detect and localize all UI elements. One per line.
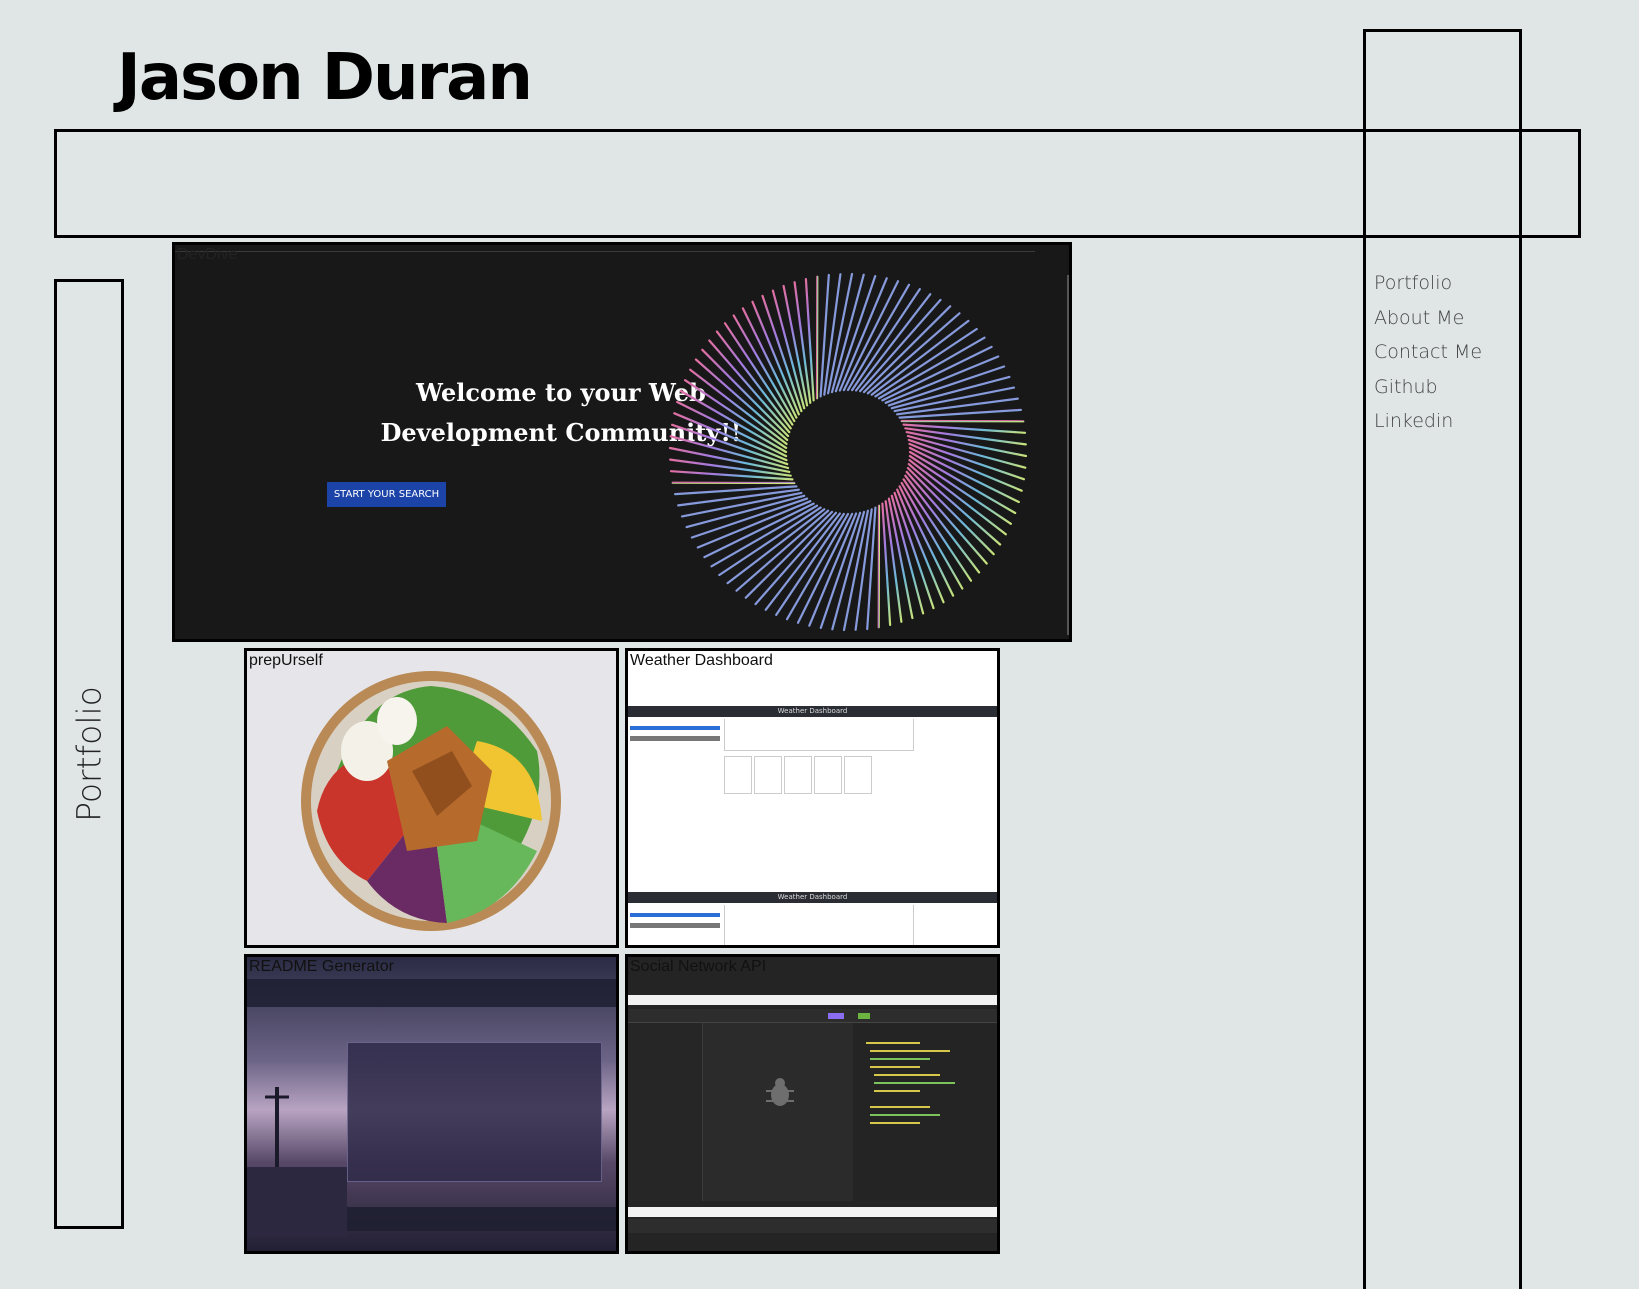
preview-header-bar: Weather Dashboard [628,706,997,717]
ray-line [746,512,832,598]
preview-current-weather [724,719,914,751]
preview-forecast-card [844,756,872,794]
preview-search-bar [630,726,720,730]
bug-icon [762,1075,798,1111]
preview-forecast-card [724,756,752,794]
scrollbar [1067,275,1069,635]
nav-item-github[interactable]: Github [1374,370,1482,405]
preview-header-bar: Weather Dashboard [628,892,997,903]
terminal-window [347,1042,602,1182]
app-titlebar [628,995,997,1005]
nav-item-portfolio[interactable]: Portfolio [1374,266,1482,301]
site-title: Jason Duran [117,38,531,118]
ray-line [864,306,950,392]
ray-line [702,350,788,436]
nav-menu: Portfolio About Me Contact Me Github Lin… [1374,266,1482,439]
project-card-prepurself[interactable]: prepUrself [244,648,619,948]
preview-history-bar [630,736,720,741]
radial-lines-graphic [659,263,1039,642]
app-toolbar [628,1009,997,1023]
project-card-devdive[interactable]: DevDive Welcome to your Web Development … [172,242,1072,642]
ray-line [868,313,960,393]
preview-history-bar [630,923,720,928]
app-toolbar [628,1219,997,1233]
preview-forecast-card [784,756,812,794]
nav-item-contact-me[interactable]: Contact Me [1374,335,1482,370]
project-title: Social Network API [630,958,766,976]
project-title: README Generator [249,958,394,976]
preview-forecast-card [814,756,842,794]
ray-line [908,468,994,554]
app-titlebar [628,1207,997,1217]
power-pole-silhouette [247,1087,347,1237]
divider [175,251,1035,252]
ray-line [692,499,807,538]
nav-link-contact-me[interactable]: Contact Me [1374,341,1482,363]
project-title: prepUrself [249,652,323,670]
project-title: Weather Dashboard [630,652,773,670]
ray-line [895,493,934,608]
section-heading-text: Portfolio [70,686,109,822]
terminal-titlebar [247,979,616,1007]
json-response [860,1037,990,1147]
request-pane [703,1023,853,1201]
nav-item-about-me[interactable]: About Me [1374,301,1482,336]
ray-line [907,472,987,564]
ray-line [709,341,789,433]
preview-forecast-card [754,756,782,794]
salad-bowl-image [247,651,616,945]
project-card-weather-dashboard[interactable]: Weather Dashboard Weather Dashboard Weat… [625,648,1000,948]
nav-link-about-me[interactable]: About Me [1374,307,1464,329]
nav-item-linkedin[interactable]: Linkedin [1374,404,1482,439]
status-badge [858,1013,870,1019]
preview-search-button: START YOUR SEARCH [327,482,446,507]
send-button [828,1013,844,1019]
request-sidebar [628,1023,703,1201]
project-card-social-network-api[interactable]: Social Network API [625,954,1000,1254]
project-title: DevDive [177,246,237,264]
nav-column-frame [1363,29,1522,1289]
ray-line [763,296,802,411]
nav-link-portfolio[interactable]: Portfolio [1374,272,1452,294]
nav-link-github[interactable]: Github [1374,376,1438,398]
preview-search-bar [630,913,720,917]
header-frame [54,129,1581,238]
nav-link-linkedin[interactable]: Linkedin [1374,410,1453,432]
ray-line [889,367,1004,406]
ray-line [737,511,829,591]
project-card-readme-generator[interactable]: README Generator [244,954,619,1254]
preview-current-weather [724,905,914,945]
